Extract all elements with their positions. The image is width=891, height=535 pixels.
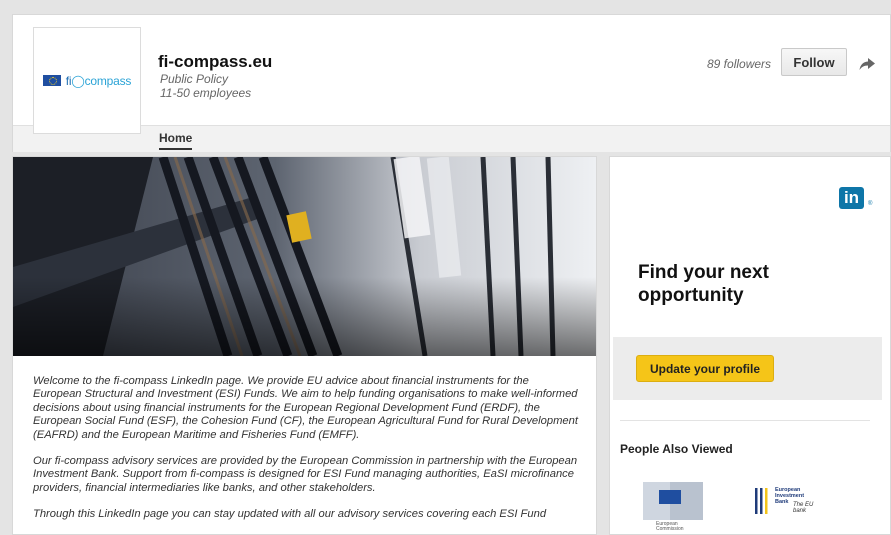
company-page: fi◯compass fi-compass.eu Public Policy 1… bbox=[12, 14, 891, 535]
ad-headline: Find your next opportunity bbox=[638, 262, 769, 306]
compass-icon: ◯ bbox=[71, 73, 85, 88]
eu-flag-icon bbox=[42, 75, 61, 86]
eib-tagline: The EU bank bbox=[793, 502, 814, 514]
tab-strip bbox=[13, 125, 890, 152]
european-investment-bank-logo[interactable]: European Investment Bank The EU bank bbox=[755, 478, 825, 528]
divider bbox=[620, 420, 870, 421]
logo-wordmark: fi◯compass bbox=[66, 73, 132, 88]
company-name[interactable]: fi-compass.eu bbox=[158, 52, 272, 72]
company-size: 11-50 employees bbox=[160, 86, 252, 100]
update-profile-button[interactable]: Update your profile bbox=[636, 355, 774, 382]
company-logo[interactable]: fi◯compass bbox=[33, 27, 141, 134]
description-paragraph: Welcome to the fi-compass LinkedIn page.… bbox=[33, 375, 578, 441]
ec-caption: European Commission bbox=[656, 522, 684, 532]
tab-home[interactable]: Home bbox=[159, 131, 193, 150]
registered-mark: ® bbox=[868, 201, 873, 207]
cover-image bbox=[13, 157, 596, 356]
description-paragraph: Through this LinkedIn page you can stay … bbox=[33, 508, 547, 521]
share-arrow-icon[interactable] bbox=[857, 53, 877, 73]
overview-card: Welcome to the fi-compass LinkedIn page.… bbox=[12, 156, 597, 535]
ec-caption-line: Commission bbox=[656, 526, 684, 532]
logo-content: fi◯compass bbox=[42, 73, 132, 88]
description-paragraph: Our fi-compass advisory services are pro… bbox=[33, 455, 578, 494]
european-commission-logo[interactable]: European Commission bbox=[643, 478, 703, 532]
company-header: fi◯compass fi-compass.eu Public Policy 1… bbox=[12, 14, 891, 152]
follow-button[interactable]: Follow bbox=[781, 48, 847, 76]
eib-bars-icon bbox=[755, 488, 768, 514]
logo-compass-text: compass bbox=[84, 73, 132, 88]
follower-count: 89 followers bbox=[707, 57, 772, 71]
people-also-viewed-title: People Also Viewed bbox=[620, 442, 733, 456]
company-description: Welcome to the fi-compass LinkedIn page.… bbox=[33, 375, 578, 535]
sidebar: in ® Find your next opportunity Update y… bbox=[609, 156, 891, 535]
company-meta: Public Policy 11-50 employees bbox=[160, 72, 251, 100]
company-industry: Public Policy bbox=[160, 72, 229, 86]
linkedin-logo-icon[interactable]: in bbox=[839, 187, 864, 209]
eu-flag-icon bbox=[659, 490, 681, 504]
